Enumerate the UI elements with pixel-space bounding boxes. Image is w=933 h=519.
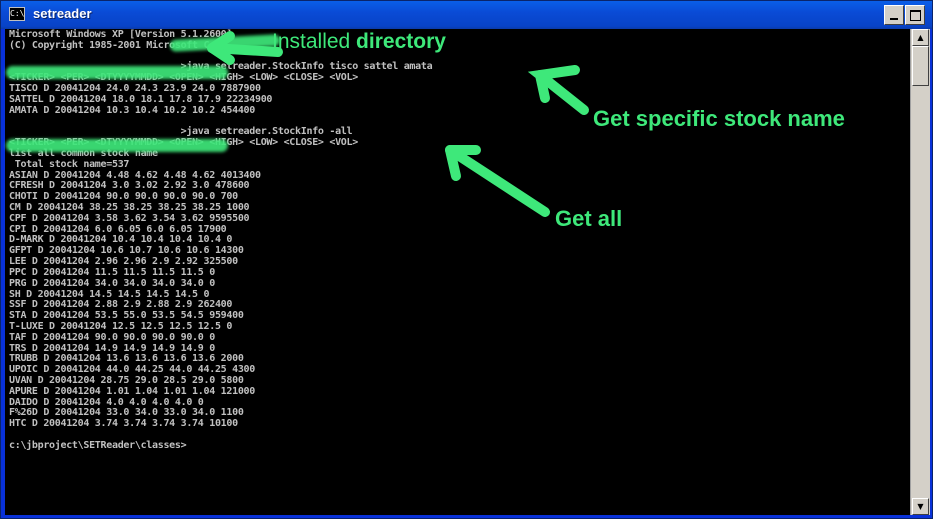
annotation-get-specific: Get specific stock name bbox=[593, 106, 845, 131]
annotation-get-all: Get all bbox=[555, 206, 623, 231]
annotation-arrows bbox=[207, 31, 589, 217]
annotation-installed-prefix: Installed bbox=[272, 30, 351, 53]
arrow-all-line bbox=[445, 145, 550, 217]
arrow-specific-head bbox=[535, 70, 550, 103]
annotation-installed-suffix: directory bbox=[350, 30, 446, 53]
annotation-installed-directory: Installed directory bbox=[272, 30, 446, 54]
